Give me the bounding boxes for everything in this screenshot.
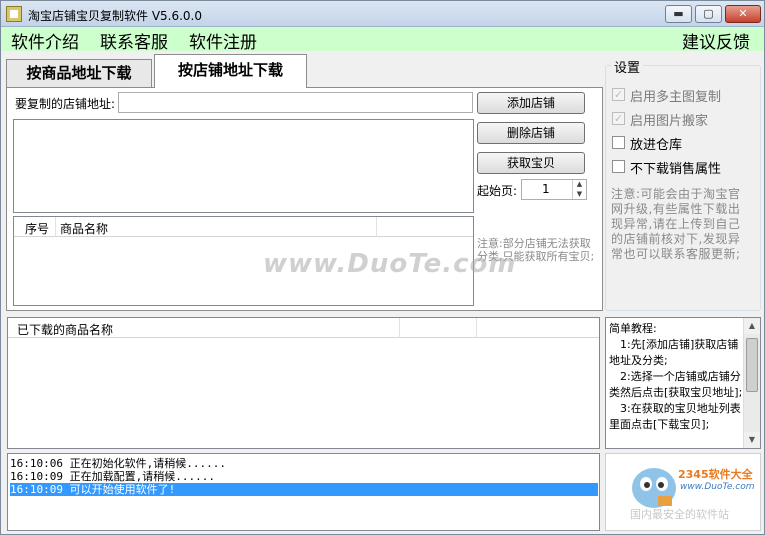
shop-list[interactable] <box>13 119 474 213</box>
scroll-up-icon[interactable]: ▲ <box>744 318 760 334</box>
add-shop-button[interactable]: 添加店铺 <box>477 92 585 114</box>
scroll-thumb[interactable] <box>746 338 758 392</box>
shop-url-input[interactable] <box>118 92 473 113</box>
tutorial-scrollbar[interactable]: ▲ ▼ <box>743 318 760 448</box>
start-page-value: 1 <box>542 182 550 196</box>
settings-note: 注意:可能会由于淘宝官网升级,有些属性下载出现异常,请在上传到自己的店铺前核对下… <box>611 187 741 261</box>
window-title: 淘宝店铺宝贝复制软件 V5.6.0.0 <box>28 9 203 23</box>
scroll-down-icon[interactable]: ▼ <box>744 432 760 448</box>
start-page-stepper[interactable]: 1 ▲ ▼ <box>521 179 587 200</box>
ad-brand: 2345软件大全 <box>678 468 753 481</box>
fetch-items-button[interactable]: 获取宝贝 <box>477 152 585 174</box>
column-divider <box>476 318 477 338</box>
column-header-index[interactable]: 序号 <box>25 220 49 237</box>
stepper-down-icon[interactable]: ▼ <box>573 190 586 200</box>
tutorial-text: 简单教程: 1:先[添加店铺]获取店铺地址及分类; 2:选择一个店铺或店铺分类然… <box>609 321 743 433</box>
column-divider <box>399 318 400 338</box>
menu-item-register[interactable]: 软件注册 <box>189 28 257 53</box>
tab-shop-url[interactable]: 按店铺地址下载 <box>154 54 307 88</box>
maximize-button[interactable]: ▢ <box>695 5 722 23</box>
log-line-selected: 16:10:09 可以开始使用软件了! <box>10 483 598 496</box>
tab-product-url[interactable]: 按商品地址下载 <box>6 59 152 87</box>
menu-bar: 软件介绍 联系客服 软件注册 建议反馈 <box>1 27 764 53</box>
settings-title: 设置 <box>611 57 644 76</box>
menu-item-feedback[interactable]: 建议反馈 <box>682 28 750 53</box>
checkbox-no-sales-attr[interactable] <box>612 160 625 173</box>
column-header-name[interactable]: 商品名称 <box>60 220 108 237</box>
app-window: 淘宝店铺宝贝复制软件 V5.6.0.0 ▬ ▢ ✕ 软件介绍 联系客服 软件注册… <box>0 0 765 535</box>
checkbox-multi-image-label: 启用多主图复制 <box>630 90 722 105</box>
checkbox-no-sales-attr-label: 不下载销售属性 <box>630 162 722 177</box>
menu-item-contact[interactable]: 联系客服 <box>100 28 168 53</box>
mascot-icon <box>632 468 676 508</box>
tutorial-line: 3:在获取的宝贝地址列表里面点击[下载宝贝]; <box>609 402 741 431</box>
app-icon <box>6 6 22 22</box>
checkbox-warehouse-label: 放进仓库 <box>630 138 683 153</box>
checkbox-multi-image[interactable]: ✓ <box>612 88 625 101</box>
close-button[interactable]: ✕ <box>725 5 761 23</box>
log-list[interactable]: 16:10:06 正在初始化软件,请稍候...... 16:10:09 正在加载… <box>7 453 600 531</box>
item-list-header: 序号 商品名称 <box>14 217 473 237</box>
ad-slogan: 国内最安全的软件站 <box>630 508 729 521</box>
stepper-up-icon[interactable]: ▲ <box>573 180 586 190</box>
minimize-button[interactable]: ▬ <box>665 5 692 23</box>
stepper-arrows[interactable]: ▲ ▼ <box>572 180 586 199</box>
checkbox-image-move[interactable]: ✓ <box>612 112 625 125</box>
start-page-label: 起始页: <box>477 184 518 198</box>
tutorial-line: 1:先[添加店铺]获取店铺地址及分类; <box>609 338 739 367</box>
delete-shop-button[interactable]: 删除店铺 <box>477 122 585 144</box>
watermark: www.DuoTe.com <box>263 249 517 279</box>
downloaded-list-header: 已下载的商品名称 <box>8 318 599 338</box>
column-divider <box>55 217 56 237</box>
ad-site: www.DuoTe.com <box>680 482 755 492</box>
title-bar[interactable]: 淘宝店铺宝贝复制软件 V5.6.0.0 ▬ ▢ ✕ <box>1 1 764 27</box>
column-header-downloaded[interactable]: 已下载的商品名称 <box>17 321 113 338</box>
checkbox-image-move-label: 启用图片搬家 <box>630 114 709 129</box>
shop-url-label: 要复制的店铺地址: <box>15 97 116 111</box>
log-line: 16:10:09 正在加载配置,请稍候...... <box>10 470 215 483</box>
downloaded-list[interactable]: 已下载的商品名称 <box>7 317 600 449</box>
menu-item-intro[interactable]: 软件介绍 <box>11 28 79 53</box>
column-divider <box>376 217 377 237</box>
log-line: 16:10:06 正在初始化软件,请稍候...... <box>10 457 226 470</box>
checkbox-warehouse[interactable] <box>612 136 625 149</box>
tutorial-line: 简单教程: <box>609 322 657 335</box>
tutorial-box[interactable]: 简单教程: 1:先[添加店铺]获取店铺地址及分类; 2:选择一个店铺或店铺分类然… <box>605 317 761 449</box>
tutorial-line: 2:选择一个店铺或店铺分类然后点击[获取宝贝地址]; <box>609 370 743 399</box>
ad-banner[interactable]: 2345软件大全 www.DuoTe.com 国内最安全的软件站 <box>605 453 761 531</box>
